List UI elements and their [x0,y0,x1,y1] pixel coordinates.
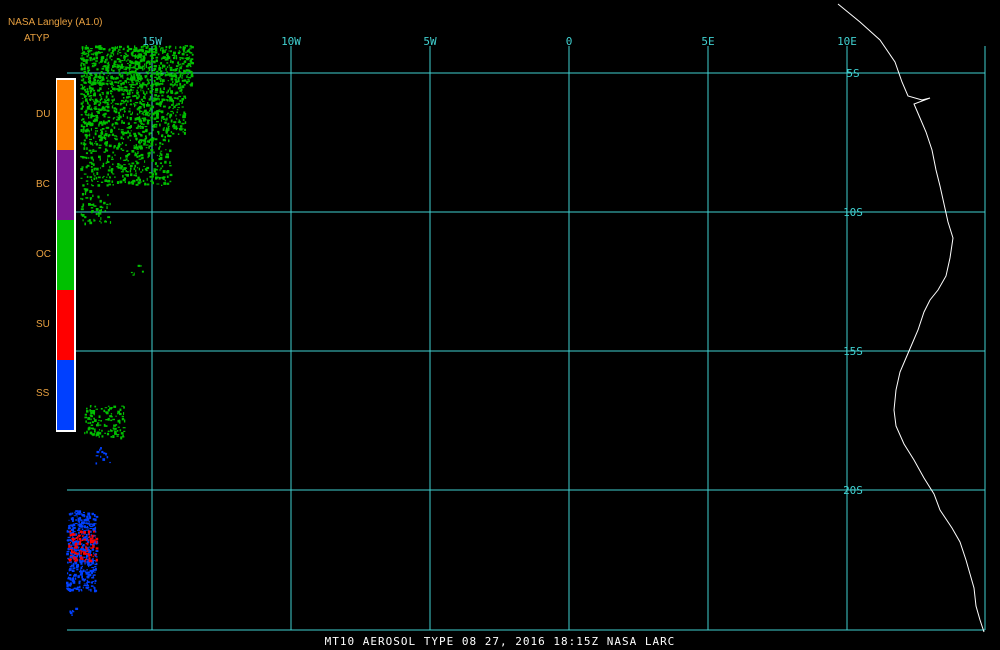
longitude-label: 5E [701,35,714,48]
legend-swatch-ss [57,360,74,430]
legend-swatch-bc [57,150,74,220]
aerosol-type-legend [56,78,76,432]
legend-swatch-oc [57,220,74,290]
latitude-label: 5S [846,67,859,80]
legend-swatch-du [57,80,74,150]
source-title: NASA Langley (A1.0) [8,17,103,28]
longitude-label: 10E [837,35,857,48]
map-canvas: 15W 10W 5W 0 5E 10E5S10S15S20S [66,3,986,633]
legend-label-su: SU [36,319,50,330]
longitude-label: 0 [566,35,573,48]
legend-label-du: DU [36,109,51,120]
product-code: ATYP [24,33,50,44]
aerosol-pixels [66,45,194,616]
longitude-label: 10W [281,35,301,48]
latitude-label: 20S [843,484,863,497]
grid-labels: 15W 10W 5W 0 5E 10E5S10S15S20S [142,35,863,497]
legend-label-ss: SS [36,388,50,399]
map-caption: MT10 AEROSOL TYPE 08 27, 2016 18:15Z NAS… [324,635,676,648]
coastline [837,3,985,633]
legend-swatch-su [57,290,74,360]
latitude-label: 15S [843,345,863,358]
latitude-label: 10S [843,206,863,219]
legend-label-oc: OC [36,249,51,260]
legend-label-bc: BC [36,179,50,190]
lat-lon-grid [67,46,986,631]
longitude-label: 5W [423,35,437,48]
